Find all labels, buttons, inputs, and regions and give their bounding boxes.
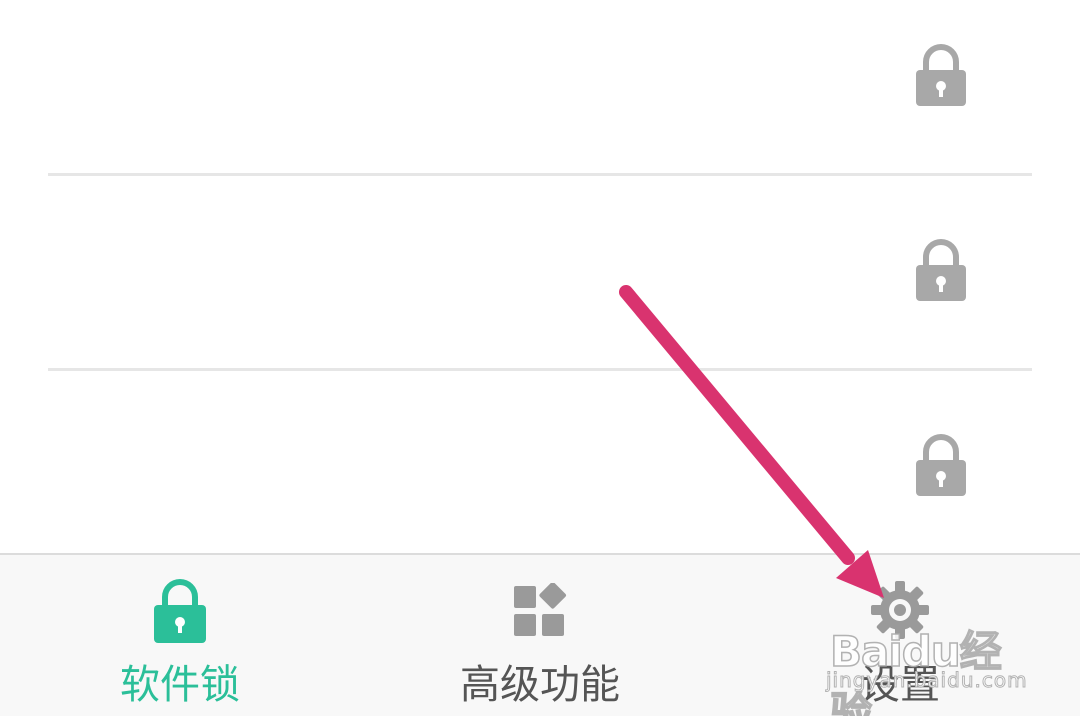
padlock-icon (916, 44, 966, 106)
grid-icon (513, 577, 567, 641)
tab-label: 软件锁 (120, 662, 240, 708)
row-lock-toggle[interactable] (914, 42, 968, 106)
bottom-navigation: 软件锁 高级功能 设置 (0, 553, 1080, 716)
row-lock-toggle[interactable] (914, 237, 968, 301)
app-list-row[interactable] (0, 0, 1080, 195)
tab-settings[interactable]: 设置 (750, 555, 1050, 716)
padlock-icon (916, 239, 966, 301)
app-list-row[interactable] (0, 371, 1080, 566)
app-screen: 软件锁 高级功能 设置 Baidu经验 jingyan.baidu.com (0, 0, 1080, 716)
row-lock-toggle[interactable] (914, 432, 968, 496)
tab-label: 设置 (860, 662, 940, 708)
padlock-icon (916, 434, 966, 496)
padlock-icon (153, 577, 207, 647)
tab-label: 高级功能 (460, 662, 620, 708)
app-list-row[interactable] (0, 176, 1080, 371)
tab-advanced-features[interactable]: 高级功能 (390, 555, 690, 716)
tab-software-lock[interactable]: 软件锁 (30, 555, 330, 716)
gear-icon (869, 577, 931, 645)
